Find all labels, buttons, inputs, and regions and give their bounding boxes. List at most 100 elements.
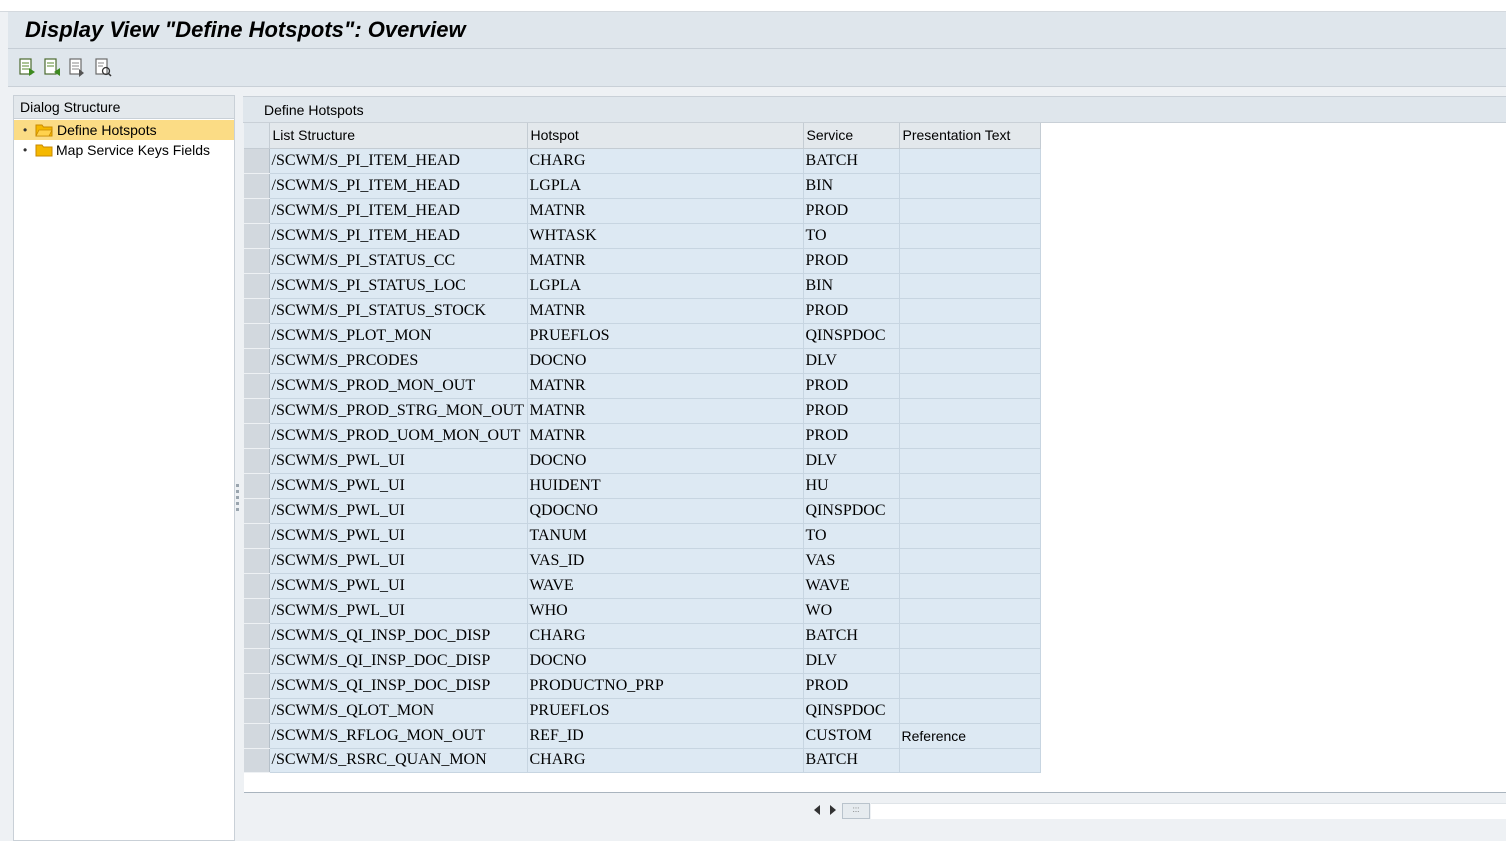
hotspot-cell[interactable]: CHARG (527, 748, 804, 773)
tree-item-map-service-keys-fields[interactable]: • Map Service Keys Fields (14, 140, 234, 160)
service-cell[interactable]: WO (803, 598, 900, 624)
hotspot-cell[interactable]: MATNR (527, 198, 804, 224)
scroll-left-icon[interactable] (812, 804, 822, 816)
service-cell[interactable]: BATCH (803, 623, 900, 649)
row-selector[interactable] (244, 198, 270, 224)
presentation-text-cell[interactable] (899, 298, 1041, 324)
list-structure-cell[interactable]: /SCWM/S_RSRC_QUAN_MON (269, 748, 528, 773)
panel-splitter[interactable] (236, 484, 240, 516)
presentation-text-cell[interactable] (899, 148, 1041, 174)
row-selector[interactable] (244, 298, 270, 324)
presentation-text-cell[interactable] (899, 248, 1041, 274)
select-all-cell[interactable] (244, 123, 270, 149)
service-cell[interactable]: DLV (803, 648, 900, 674)
service-cell[interactable]: PROD (803, 423, 900, 449)
list-structure-cell[interactable]: /SCWM/S_RFLOG_MON_OUT (269, 723, 528, 749)
row-selector[interactable] (244, 148, 270, 174)
list-structure-cell[interactable]: /SCWM/S_PI_STATUS_STOCK (269, 298, 528, 324)
column-header-presentation-text[interactable]: Presentation Text (899, 123, 1041, 149)
hotspot-cell[interactable]: DOCNO (527, 348, 804, 374)
service-cell[interactable]: WAVE (803, 573, 900, 599)
row-selector[interactable] (244, 623, 270, 649)
presentation-text-cell[interactable] (899, 648, 1041, 674)
horizontal-scrollbar[interactable]: ::: (804, 801, 1506, 821)
service-cell[interactable]: VAS (803, 548, 900, 574)
service-cell[interactable]: TO (803, 523, 900, 549)
hotspot-cell[interactable]: WHTASK (527, 223, 804, 249)
list-structure-cell[interactable]: /SCWM/S_PWL_UI (269, 598, 528, 624)
service-cell[interactable]: DLV (803, 448, 900, 474)
row-selector[interactable] (244, 473, 270, 499)
list-structure-cell[interactable]: /SCWM/S_QI_INSP_DOC_DISP (269, 673, 528, 699)
row-selector[interactable] (244, 448, 270, 474)
row-selector[interactable] (244, 373, 270, 399)
import-doc-button[interactable] (43, 57, 63, 79)
list-structure-cell[interactable]: /SCWM/S_PWL_UI (269, 448, 528, 474)
list-structure-cell[interactable]: /SCWM/S_QI_INSP_DOC_DISP (269, 623, 528, 649)
row-selector[interactable] (244, 548, 270, 574)
hotspot-cell[interactable]: LGPLA (527, 173, 804, 199)
presentation-text-cell[interactable] (899, 348, 1041, 374)
list-structure-cell[interactable]: /SCWM/S_QI_INSP_DOC_DISP (269, 648, 528, 674)
list-structure-cell[interactable]: /SCWM/S_PROD_UOM_MON_OUT (269, 423, 528, 449)
hotspot-cell[interactable]: LGPLA (527, 273, 804, 299)
hotspot-cell[interactable]: WAVE (527, 573, 804, 599)
tree-item-define-hotspots[interactable]: • Define Hotspots (14, 120, 234, 140)
list-structure-cell[interactable]: /SCWM/S_PI_ITEM_HEAD (269, 148, 528, 174)
hotspot-cell[interactable]: HUIDENT (527, 473, 804, 499)
list-structure-cell[interactable]: /SCWM/S_PROD_STRG_MON_OUT (269, 398, 528, 424)
list-structure-cell[interactable]: /SCWM/S_PWL_UI (269, 523, 528, 549)
list-structure-cell[interactable]: /SCWM/S_PI_STATUS_LOC (269, 273, 528, 299)
service-cell[interactable]: QINSPDOC (803, 323, 900, 349)
list-structure-cell[interactable]: /SCWM/S_PWL_UI (269, 473, 528, 499)
service-cell[interactable]: QINSPDOC (803, 698, 900, 724)
hotspot-cell[interactable]: REF_ID (527, 723, 804, 749)
service-cell[interactable]: DLV (803, 348, 900, 374)
presentation-text-cell[interactable] (899, 598, 1041, 624)
export-doc-button[interactable] (18, 57, 38, 79)
row-selector[interactable] (244, 398, 270, 424)
hotspot-cell[interactable]: QDOCNO (527, 498, 804, 524)
service-cell[interactable]: PROD (803, 298, 900, 324)
presentation-text-cell[interactable] (899, 748, 1041, 773)
presentation-text-cell[interactable] (899, 423, 1041, 449)
service-cell[interactable]: BATCH (803, 148, 900, 174)
service-cell[interactable]: PROD (803, 673, 900, 699)
scroll-track[interactable] (871, 803, 1506, 819)
presentation-text-cell[interactable] (899, 448, 1041, 474)
list-structure-cell[interactable]: /SCWM/S_PI_ITEM_HEAD (269, 198, 528, 224)
hotspot-cell[interactable]: CHARG (527, 623, 804, 649)
service-cell[interactable]: CUSTOM (803, 723, 900, 749)
service-cell[interactable]: TO (803, 223, 900, 249)
presentation-text-cell[interactable] (899, 398, 1041, 424)
hotspot-cell[interactable]: MATNR (527, 373, 804, 399)
presentation-text-cell[interactable] (899, 673, 1041, 699)
column-header-list-structure[interactable]: List Structure (269, 123, 528, 149)
row-selector[interactable] (244, 223, 270, 249)
presentation-text-cell[interactable] (899, 273, 1041, 299)
hotspot-cell[interactable]: DOCNO (527, 648, 804, 674)
presentation-text-cell[interactable] (899, 223, 1041, 249)
row-selector[interactable] (244, 698, 270, 724)
row-selector[interactable] (244, 598, 270, 624)
row-selector[interactable] (244, 648, 270, 674)
hotspot-cell[interactable]: DOCNO (527, 448, 804, 474)
presentation-text-cell[interactable] (899, 623, 1041, 649)
list-structure-cell[interactable]: /SCWM/S_PI_ITEM_HEAD (269, 173, 528, 199)
service-cell[interactable]: BIN (803, 273, 900, 299)
row-selector[interactable] (244, 748, 270, 773)
service-cell[interactable]: PROD (803, 373, 900, 399)
row-selector[interactable] (244, 248, 270, 274)
where-used-button[interactable] (94, 57, 114, 79)
list-structure-cell[interactable]: /SCWM/S_PWL_UI (269, 548, 528, 574)
hotspot-cell[interactable]: PRUEFLOS (527, 323, 804, 349)
row-selector[interactable] (244, 173, 270, 199)
service-cell[interactable]: PROD (803, 398, 900, 424)
hotspot-cell[interactable]: VAS_ID (527, 548, 804, 574)
list-structure-cell[interactable]: /SCWM/S_PI_STATUS_CC (269, 248, 528, 274)
hotspot-cell[interactable]: TANUM (527, 523, 804, 549)
presentation-text-cell[interactable] (899, 373, 1041, 399)
presentation-text-cell[interactable] (899, 573, 1041, 599)
presentation-text-cell[interactable] (899, 198, 1041, 224)
row-selector[interactable] (244, 523, 270, 549)
